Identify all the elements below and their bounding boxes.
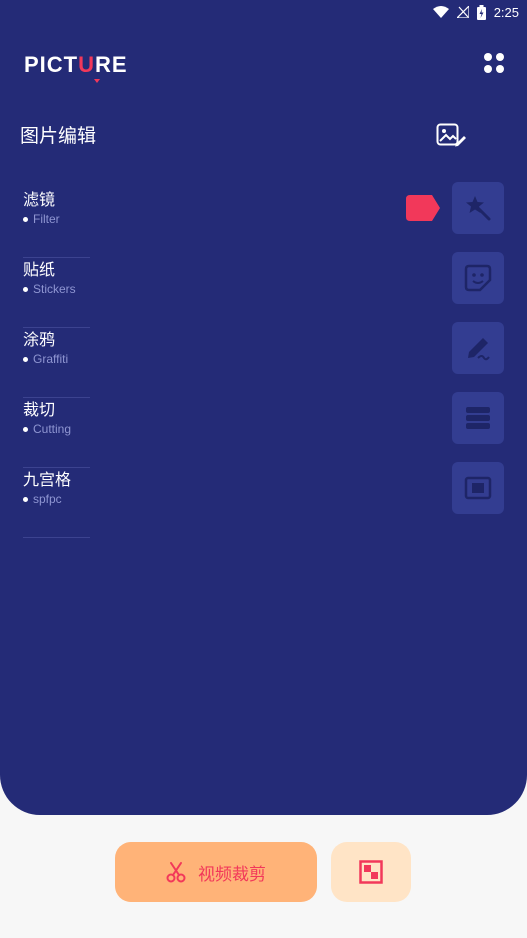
tool-buttons <box>452 182 504 532</box>
video-crop-label: 视频裁剪 <box>198 864 266 885</box>
scissors-icon <box>166 862 186 883</box>
bullet-icon <box>23 356 28 362</box>
video-crop-button[interactable]: 视频裁剪 <box>115 842 317 902</box>
logo-text-accent: U <box>78 52 96 77</box>
logo-text-end: RE <box>95 52 128 77</box>
menu-item-cutting[interactable]: 裁切 Cutting <box>23 398 90 468</box>
graffiti-tool-button[interactable] <box>452 322 504 374</box>
menu-item-filter[interactable]: 滤镜 Filter <box>23 188 90 258</box>
image-edit-icon[interactable] <box>436 122 466 148</box>
battery-icon <box>476 4 486 20</box>
menu-item-nine-grid[interactable]: 九宫格 spfpc <box>23 468 90 538</box>
page-title: 图片编辑 <box>20 125 97 147</box>
logo-accent-mark <box>94 79 100 83</box>
main-panel: 2:25 PICTURE 图片编辑 滤镜 Filter 贴纸 Stickers … <box>0 0 527 815</box>
menu-item-title: 滤镜 <box>23 190 56 209</box>
pencil-icon <box>468 338 490 361</box>
menu-item-subtitle: Cutting <box>33 422 72 436</box>
logo-text-start: PICT <box>24 52 79 77</box>
wifi-icon <box>432 6 449 18</box>
menu-item-title: 涂鸦 <box>23 330 56 349</box>
bullet-icon <box>23 216 28 222</box>
menu-dots-icon[interactable] <box>484 53 504 73</box>
menu-item-title: 裁切 <box>23 400 56 419</box>
status-bar: 2:25 <box>432 2 519 22</box>
menu-item-stickers[interactable]: 贴纸 Stickers <box>23 258 90 328</box>
sticker-tool-button[interactable] <box>452 252 504 304</box>
edit-menu-list: 滤镜 Filter 贴纸 Stickers 涂鸦 Graffiti 裁切 Cut… <box>23 188 90 538</box>
bullet-icon <box>23 496 28 502</box>
menu-item-subtitle: Graffiti <box>33 352 69 366</box>
menu-item-graffiti[interactable]: 涂鸦 Graffiti <box>23 328 90 398</box>
status-time: 2:25 <box>493 4 519 20</box>
filter-tool-button[interactable] <box>452 182 504 234</box>
frame-icon <box>464 476 492 500</box>
menu-item-title: 贴纸 <box>23 260 56 279</box>
selection-pointer-icon <box>406 195 440 221</box>
sticker-icon <box>464 264 492 292</box>
bullet-icon <box>23 426 28 432</box>
magic-wand-icon <box>466 196 491 221</box>
bottom-action-bar: 视频裁剪 <box>115 842 411 902</box>
signal-icon <box>456 6 469 18</box>
nine-grid-tool-button[interactable] <box>452 462 504 514</box>
cutting-tool-button[interactable] <box>452 392 504 444</box>
menu-item-subtitle: spfpc <box>33 492 62 506</box>
menu-item-subtitle: Stickers <box>33 282 76 296</box>
grid-square-button[interactable] <box>331 842 411 902</box>
menu-item-subtitle: Filter <box>33 212 60 226</box>
layers-icon <box>466 407 490 429</box>
bullet-icon <box>23 286 28 292</box>
grid-square-icon <box>359 860 383 884</box>
menu-item-title: 九宫格 <box>23 470 72 489</box>
app-logo: PICTURE <box>24 52 128 83</box>
